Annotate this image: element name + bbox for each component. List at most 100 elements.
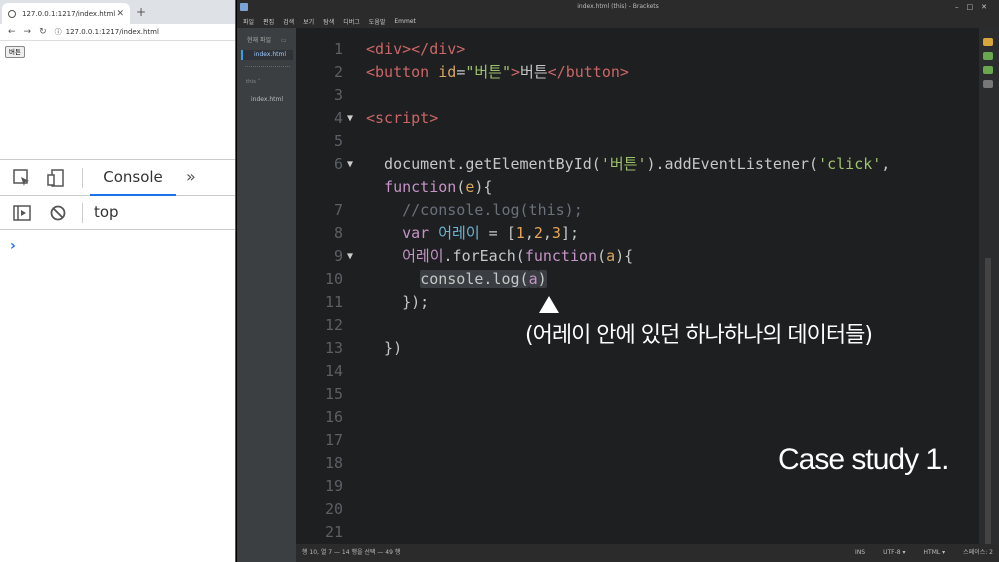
line-number: 18: [324, 454, 343, 472]
line-number: 21: [324, 523, 343, 541]
code-line[interactable]: 어레이.forEach(function(a){: [366, 245, 890, 268]
line-number: 5: [333, 132, 343, 150]
menu-edit[interactable]: 편집: [263, 17, 274, 26]
toolbar-divider: [82, 203, 83, 223]
url-field[interactable]: ⓘ 127.0.0.1:1217/index.html: [55, 27, 159, 37]
scroll-thumb[interactable]: [985, 258, 991, 544]
line-number: 3: [333, 86, 343, 104]
back-icon[interactable]: ←: [8, 27, 16, 37]
close-tab-icon[interactable]: ✕: [116, 9, 124, 19]
console-toolbar: top: [0, 196, 235, 230]
extension-icon[interactable]: [983, 66, 993, 74]
encoding-select[interactable]: UTF-8 ▾: [883, 544, 905, 562]
devtools-toolbar: Console »: [0, 160, 235, 196]
new-tab-button[interactable]: +: [136, 5, 146, 19]
clear-console-icon[interactable]: [48, 203, 68, 223]
context-selector[interactable]: top: [94, 203, 119, 221]
search-icon[interactable]: [983, 80, 993, 88]
code-line[interactable]: [366, 130, 890, 153]
project-dropdown[interactable]: this ˅: [246, 79, 261, 85]
code-lines: <div></div> <button id="버튼">버튼</button> <…: [366, 38, 890, 360]
language-select[interactable]: HTML ▾: [924, 544, 946, 562]
address-bar: ← → ↻ ⓘ 127.0.0.1:1217/index.html: [0, 24, 235, 41]
line-number: 16: [324, 408, 343, 426]
line-number: 11: [324, 293, 343, 311]
code-line[interactable]: function(e){: [366, 176, 890, 199]
project-file-item[interactable]: index.html: [251, 96, 283, 103]
code-line[interactable]: //console.log(this);: [366, 199, 890, 222]
menu-navigate[interactable]: 탐색: [323, 17, 334, 26]
console-prompt[interactable]: ›: [10, 238, 16, 254]
menu-find[interactable]: 검색: [283, 17, 294, 26]
browser-window: 127.0.0.1:1217/index.html ✕ + ← → ↻ ⓘ 127…: [0, 0, 236, 562]
insert-mode[interactable]: INS: [855, 544, 865, 562]
line-number: 6 ▼: [296, 153, 361, 176]
line-number: 7: [333, 201, 343, 219]
line-number: 12: [324, 316, 343, 334]
line-number-gutter: 1 2 3 4 ▼ 5 6 ▼ 7 8 9 ▼ 10 11 12 13 14 15 1…: [296, 38, 361, 544]
working-file-item[interactable]: index.html: [241, 50, 293, 60]
line-number: 2: [333, 63, 343, 81]
working-files-header: 현재 파일 ▭: [247, 37, 287, 44]
brackets-logo-icon: [240, 3, 248, 11]
annotation-note: (어레이 안에 있던 하나하나의 데이터들): [525, 323, 873, 348]
code-line[interactable]: <div></div>: [366, 38, 890, 61]
line-number: 9 ▼: [296, 245, 361, 268]
menu-file[interactable]: 파일: [243, 17, 254, 26]
more-tabs-icon[interactable]: »: [186, 167, 196, 186]
live-preview-icon[interactable]: [983, 38, 993, 46]
code-line[interactable]: <button id="버튼">버튼</button>: [366, 61, 890, 84]
menu-bar: 파일 편집 검색 보기 탐색 디버그 도움말 Emmet: [237, 14, 999, 28]
code-line[interactable]: <script>: [366, 107, 890, 130]
line-number: 15: [324, 385, 343, 403]
globe-icon: [8, 9, 16, 18]
case-study-caption: Case study 1.: [778, 443, 949, 476]
line-number: 4 ▼: [296, 107, 361, 130]
sidebar-divider: [245, 66, 290, 67]
editor-title-bar: index.html (this) - Brackets –□✕: [237, 0, 999, 14]
line-number: 13: [324, 339, 343, 357]
line-number: [296, 176, 361, 199]
menu-help[interactable]: 도움말: [369, 17, 386, 26]
toolbar-divider: [82, 168, 83, 188]
extension-manager-icon[interactable]: [983, 52, 993, 60]
editor-window: index.html (this) - Brackets –□✕ 파일 편집 검…: [237, 0, 999, 562]
devtools-panel: Console » top ›: [0, 159, 235, 562]
menu-emmet[interactable]: Emmet: [394, 18, 416, 25]
fold-arrow-icon[interactable]: ▼: [347, 153, 353, 176]
forward-icon[interactable]: →: [24, 27, 32, 37]
line-number: 20: [324, 500, 343, 518]
tab-console[interactable]: Console: [90, 160, 176, 196]
inspect-element-icon[interactable]: [12, 168, 32, 188]
status-bar: 행 10, 열 7 — 14 행을 선택 — 49 행 INS UTF-8 ▾ …: [296, 544, 999, 562]
browser-tab-title: 127.0.0.1:1217/index.html: [22, 9, 116, 18]
device-toolbar-icon[interactable]: [46, 168, 66, 188]
menu-view[interactable]: 보기: [303, 17, 314, 26]
line-number: 17: [324, 431, 343, 449]
code-line[interactable]: console.log(a): [366, 268, 890, 291]
reload-icon[interactable]: ↻: [39, 27, 47, 37]
browser-tab-bar: 127.0.0.1:1217/index.html ✕ +: [0, 0, 235, 24]
page-button[interactable]: 버튼: [5, 46, 25, 58]
menu-debug[interactable]: 디버그: [343, 17, 360, 26]
spaces-setting[interactable]: 스페이스: 2: [963, 544, 993, 562]
split-view-icon[interactable]: ▭: [281, 37, 287, 44]
cursor-position: 행 10, 열 7 — 14 행을 선택 — 49 행: [302, 549, 401, 556]
window-title: index.html (this) - Brackets: [577, 3, 659, 10]
code-line[interactable]: });: [366, 291, 890, 314]
fold-arrow-icon[interactable]: ▼: [347, 245, 353, 268]
fold-arrow-icon[interactable]: ▼: [347, 107, 353, 130]
show-sidebar-icon[interactable]: [12, 203, 32, 223]
code-line[interactable]: document.getElementById('버튼').addEventLi…: [366, 153, 890, 176]
pointer-arrow-icon: [539, 296, 559, 313]
browser-tab[interactable]: 127.0.0.1:1217/index.html ✕: [2, 3, 130, 24]
line-number: 10: [324, 270, 343, 288]
editor-scrollbar[interactable]: [979, 28, 999, 544]
code-line[interactable]: [366, 84, 890, 107]
window-controls[interactable]: –□✕: [955, 0, 995, 14]
file-sidebar: 현재 파일 ▭ index.html this ˅ index.html: [237, 28, 296, 562]
line-number: 19: [324, 477, 343, 495]
code-line[interactable]: var 어레이 = [1,2,3];: [366, 222, 890, 245]
line-number: 8: [333, 224, 343, 242]
toolbar-icons: [983, 38, 997, 94]
